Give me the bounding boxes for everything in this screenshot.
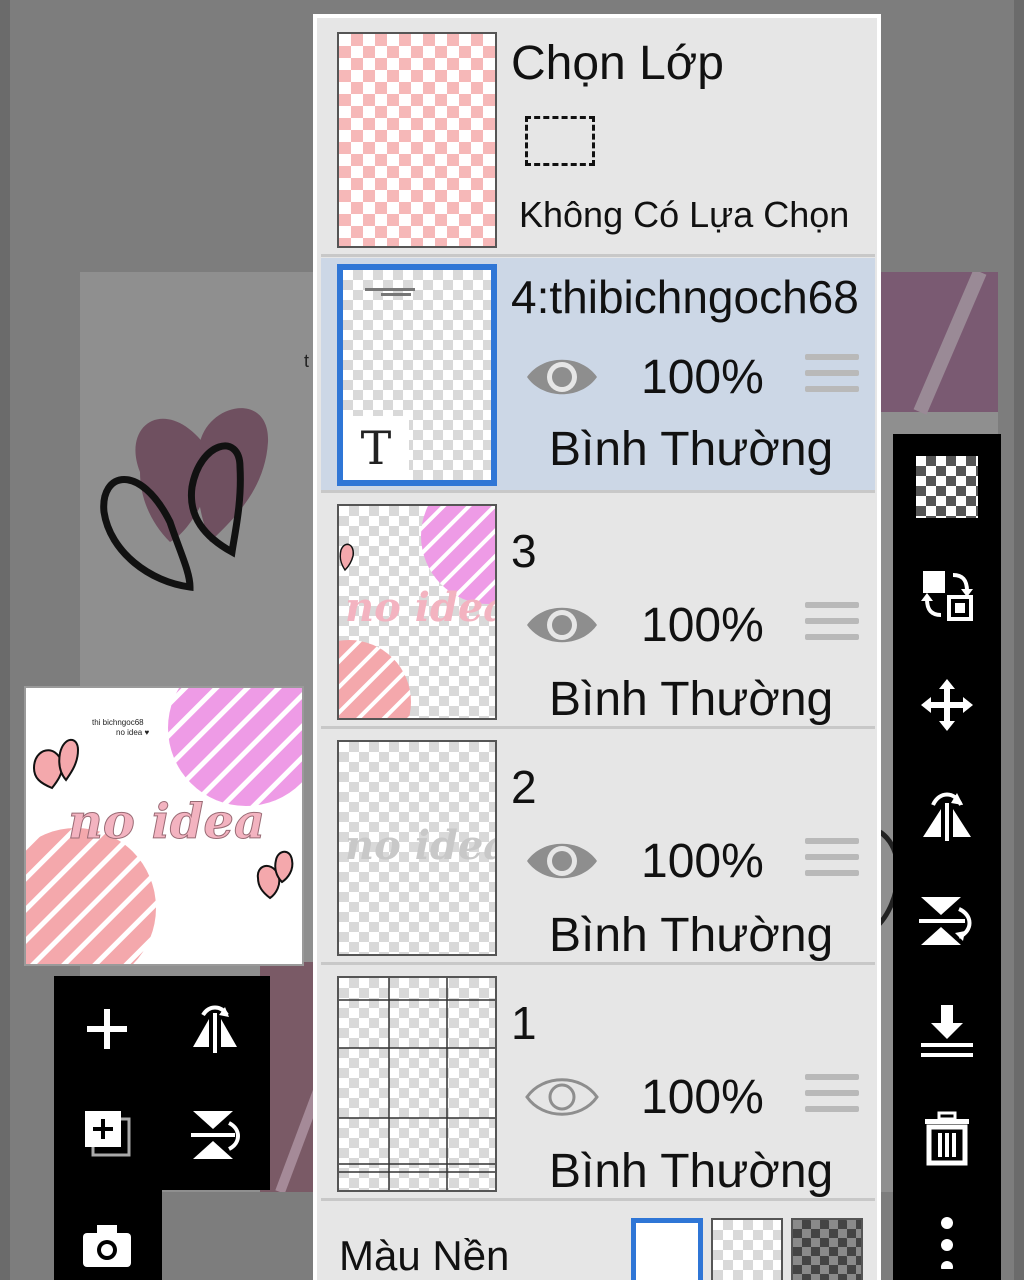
background-dark-option[interactable] (791, 1218, 863, 1280)
swap-icon (921, 571, 973, 621)
layer-1-grid-art (339, 978, 495, 1190)
navigator-preview[interactable]: thi bichngoc68 no idea ♥ no idea (24, 686, 304, 966)
camera-icon (83, 1225, 131, 1267)
flip-horizontal-button[interactable] (180, 994, 250, 1064)
layer-thumbnail-text: no idea (345, 584, 497, 631)
layer-opacity[interactable]: 100% (641, 598, 764, 653)
selection-status: Không Có Lựa Chọn (519, 194, 850, 235)
layer-opacity[interactable]: 100% (641, 834, 764, 889)
layer-panel: Chọn Lớp Không Có Lựa Chọn T 4:thibichng… (313, 14, 881, 1280)
divider (321, 490, 875, 493)
divider (321, 962, 875, 965)
navigator-title-text: no idea (67, 794, 266, 851)
flip-horizontal-icon (193, 1005, 237, 1053)
visibility-eye-icon[interactable] (525, 600, 599, 650)
more-menu-button[interactable] (912, 1204, 982, 1274)
background-white-option[interactable] (631, 1218, 703, 1280)
transparency-button[interactable] (912, 452, 982, 522)
layer-blend-mode[interactable]: Bình Thường (549, 422, 833, 477)
layer-thumbnail: no idea (337, 740, 497, 956)
swap-layer-button[interactable] (912, 560, 982, 630)
hidden-eye-icon[interactable] (525, 1072, 599, 1122)
layer-blend-mode[interactable]: Bình Thường (549, 1144, 833, 1199)
navigator-caption-1: thi bichngoc68 (92, 718, 144, 727)
more-vertical-icon (941, 1217, 953, 1269)
selection-marquee-icon (525, 116, 595, 166)
plus-icon (87, 1009, 127, 1049)
flip-vertical-icon (191, 1111, 240, 1159)
visibility-eye-icon[interactable] (525, 352, 599, 402)
layer-name: 2 (511, 761, 537, 813)
move-arrows-icon (921, 679, 973, 731)
left-tool-panel (54, 976, 270, 1190)
layer-row-4[interactable]: T 4:thibichngoch68 100% Bình Thường (321, 258, 875, 490)
layer-thumbnail: no idea (337, 504, 497, 720)
right-toolbar (893, 434, 1001, 1280)
background-transparent-option[interactable] (711, 1218, 783, 1280)
layer-blend-mode[interactable]: Bình Thường (549, 908, 833, 963)
trash-icon (925, 1111, 969, 1166)
camera-button[interactable] (72, 1210, 142, 1280)
layer-name: 4:thibichngoch68 (511, 271, 859, 323)
merge-down-icon (921, 1005, 973, 1057)
layer-row-3[interactable]: no idea 3 100% Bình Thường (321, 494, 875, 726)
selection-section[interactable]: Chọn Lớp Không Có Lựa Chọn (321, 22, 875, 254)
text-layer-badge: T (343, 416, 409, 480)
flip-vertical-icon (919, 897, 972, 945)
divider (321, 726, 875, 729)
layer-opacity[interactable]: 100% (641, 1070, 764, 1125)
divider (321, 1198, 875, 1201)
drag-handle-icon[interactable] (805, 1074, 859, 1122)
divider (321, 254, 875, 257)
layer-thumbnail-caption (365, 286, 415, 300)
background-color-label: Màu Nền (339, 1232, 510, 1279)
flip-layer-vertical-button[interactable] (912, 886, 982, 956)
navigator-caption-2: no idea ♥ (116, 728, 150, 737)
layer-thumbnail-text: no idea (345, 822, 497, 869)
layer-thumbnail: T (337, 264, 497, 486)
left-tool-panel-lower (54, 1190, 162, 1280)
layer-thumbnail (337, 976, 497, 1192)
selection-thumbnail (337, 32, 497, 248)
layer-name: 1 (511, 997, 537, 1049)
layer-row-2[interactable]: no idea 2 100% Bình Thường (321, 730, 875, 962)
visibility-eye-icon[interactable] (525, 836, 599, 886)
flip-layer-horizontal-button[interactable] (912, 778, 982, 848)
move-button[interactable] (912, 670, 982, 740)
duplicate-layer-button[interactable] (72, 1100, 142, 1170)
copy-layer-icon (85, 1111, 131, 1157)
drag-handle-icon[interactable] (805, 354, 859, 402)
drag-handle-icon[interactable] (805, 602, 859, 650)
merge-down-button[interactable] (912, 996, 982, 1066)
flip-horizontal-icon (923, 792, 971, 841)
layer-row-1[interactable]: 1 100% Bình Thường (321, 966, 875, 1198)
svg-text:t: t (304, 351, 309, 371)
drag-handle-icon[interactable] (805, 838, 859, 886)
checker-icon (916, 456, 978, 518)
layer-name: 3 (511, 525, 537, 577)
background-color-section: Màu Nền (321, 1202, 875, 1280)
layer-blend-mode[interactable]: Bình Thường (549, 672, 833, 727)
flip-vertical-button[interactable] (180, 1100, 250, 1170)
delete-layer-button[interactable] (912, 1104, 982, 1174)
layer-opacity[interactable]: 100% (641, 350, 764, 405)
add-layer-button[interactable] (72, 994, 142, 1064)
selection-title: Chọn Lớp (511, 37, 724, 90)
